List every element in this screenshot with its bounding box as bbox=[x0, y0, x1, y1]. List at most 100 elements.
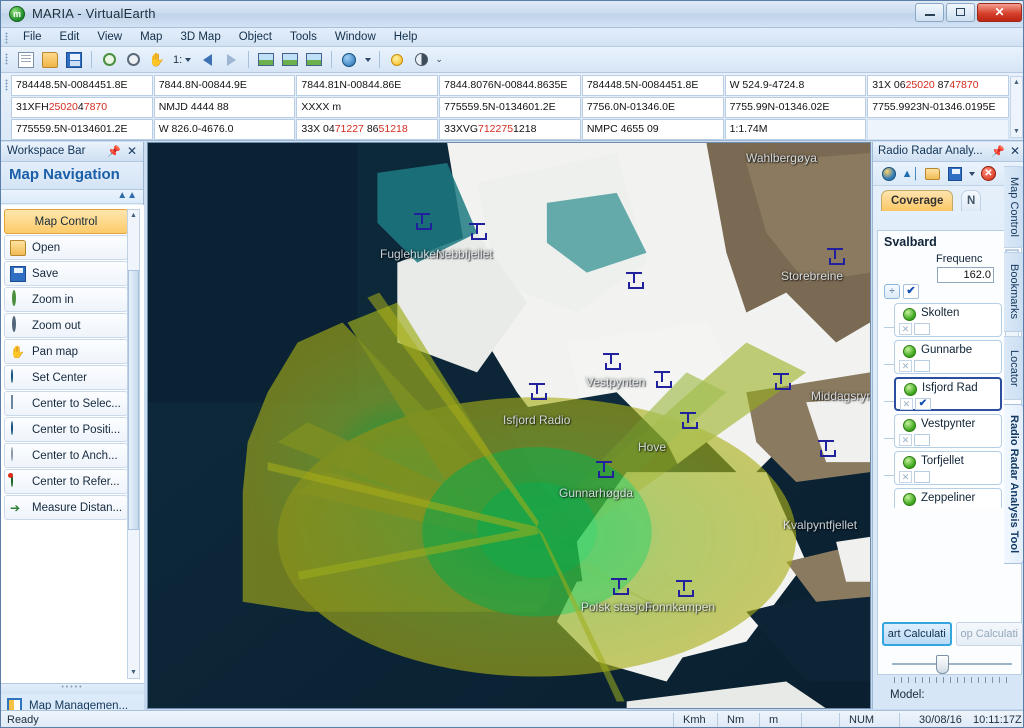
menu-object[interactable]: Object bbox=[230, 28, 281, 45]
coord-cell[interactable]: 7756.0N-01346.0E bbox=[581, 97, 724, 118]
list-item-selected[interactable]: Isfjord Rad ✕ ✔ bbox=[884, 377, 1004, 411]
coord-cell[interactable]: 775559.5N-0134601.2E bbox=[11, 119, 153, 140]
radio-mast-icon[interactable] bbox=[773, 373, 791, 390]
coord-cell[interactable]: 784448.5N-0084451.8E bbox=[11, 75, 153, 96]
contrast-button[interactable] bbox=[410, 49, 432, 70]
save-button[interactable] bbox=[945, 164, 964, 183]
layer-button[interactable] bbox=[255, 49, 277, 70]
scroll-down-icon[interactable]: ▼ bbox=[128, 667, 139, 678]
vtab-locator[interactable]: Locator bbox=[1004, 336, 1023, 400]
list-item[interactable]: Zeppeliner bbox=[884, 488, 1004, 508]
coord-cell[interactable]: 784448.5N-0084451.8E bbox=[581, 75, 724, 96]
vtab-radio-radar-analysis-tool[interactable]: Radio Radar Analysis Tool bbox=[1004, 404, 1023, 564]
menu-3d-map[interactable]: 3D Map bbox=[171, 28, 229, 45]
sidebar-item-center-to-anchor[interactable]: Center to Anch... bbox=[4, 443, 128, 468]
open-file-button[interactable] bbox=[39, 49, 61, 70]
radio-mast-icon[interactable] bbox=[626, 272, 644, 289]
close-icon[interactable]: ✕ bbox=[127, 144, 137, 158]
close-icon[interactable]: ✕ bbox=[1010, 144, 1020, 158]
coord-cell[interactable]: 33X 0471227 8651218 bbox=[296, 119, 439, 140]
coord-cell[interactable]: 7844.8N-00844.9E bbox=[153, 75, 296, 96]
sidebar-item-save[interactable]: Save bbox=[4, 261, 128, 286]
scroll-up-icon[interactable]: ▲ bbox=[1011, 77, 1022, 88]
pan-map-button[interactable]: ✋ bbox=[146, 49, 168, 70]
coordbar-grip[interactable] bbox=[5, 79, 8, 91]
vtab-bookmarks[interactable]: Bookmarks bbox=[1004, 252, 1023, 332]
sidebar-item-zoom-out[interactable]: Zoom out bbox=[4, 313, 128, 338]
close-button[interactable]: ✕ bbox=[977, 3, 1022, 22]
open-button[interactable] bbox=[923, 164, 942, 183]
coverage-globe-button[interactable] bbox=[879, 164, 898, 183]
save-dropdown-button[interactable] bbox=[967, 164, 976, 183]
radio-mast-icon[interactable] bbox=[654, 371, 672, 388]
sidebar-item-center-to-selection[interactable]: Center to Selec... bbox=[4, 391, 128, 416]
import-layer-button[interactable] bbox=[279, 49, 301, 70]
minimize-button[interactable] bbox=[915, 3, 944, 22]
radio-mast-icon[interactable] bbox=[818, 440, 836, 457]
coord-cell[interactable]: 1:1.74M bbox=[724, 119, 867, 140]
coord-cell[interactable]: 7755.9923N-01346.0195E bbox=[867, 97, 1009, 118]
coord-cell[interactable]: 33XVG7122751218 bbox=[439, 119, 581, 140]
site-remove-button[interactable]: ✕ bbox=[899, 471, 912, 483]
pin-icon[interactable]: 📌 bbox=[107, 145, 121, 158]
radio-mast-icon[interactable] bbox=[414, 213, 432, 230]
radio-mast-icon[interactable] bbox=[596, 461, 614, 478]
scroll-down-icon[interactable]: ▼ bbox=[1011, 126, 1022, 137]
menu-window[interactable]: Window bbox=[326, 28, 385, 45]
site-remove-button[interactable]: ✕ bbox=[899, 360, 912, 372]
forward-button[interactable] bbox=[220, 49, 242, 70]
menu-grip[interactable] bbox=[5, 32, 8, 44]
globe-dropdown-button[interactable] bbox=[362, 49, 373, 70]
coord-cell[interactable]: 31X 0625020 8747870 bbox=[867, 75, 1009, 96]
sun-button[interactable] bbox=[386, 49, 408, 70]
coord-cell[interactable]: W 524.9-4724.8 bbox=[724, 75, 867, 96]
export-layer-button[interactable] bbox=[303, 49, 325, 70]
radio-mast-icon[interactable] bbox=[529, 383, 547, 400]
save-file-button[interactable] bbox=[63, 49, 85, 70]
radio-mast-icon[interactable] bbox=[469, 223, 487, 240]
radio-mast-icon[interactable] bbox=[676, 580, 694, 597]
coord-cell[interactable]: 7844.8076N-00844.8635E bbox=[439, 75, 581, 96]
site-checkbox[interactable]: ✔ bbox=[915, 398, 931, 410]
vtab-map-control[interactable]: Map Control bbox=[1004, 166, 1023, 248]
zoom-out-button[interactable] bbox=[122, 49, 144, 70]
sidebar-item-measure-distance[interactable]: ➔ Measure Distan... bbox=[4, 495, 128, 520]
new-document-button[interactable] bbox=[15, 49, 37, 70]
menu-edit[interactable]: Edit bbox=[51, 28, 89, 45]
delete-button[interactable]: ✕ bbox=[979, 164, 998, 183]
chevron-up-icon[interactable]: ▲▲ bbox=[117, 190, 137, 201]
frequency-input[interactable]: 162.0 bbox=[937, 267, 994, 283]
coord-cell[interactable]: W 826.0-4676.0 bbox=[153, 119, 296, 140]
tab-coverage[interactable]: Coverage bbox=[881, 190, 954, 211]
scale-selector[interactable]: 1: bbox=[170, 54, 194, 66]
slider-thumb[interactable] bbox=[936, 655, 949, 674]
list-item[interactable]: Vestpynter ✕ bbox=[884, 414, 1004, 448]
maximize-button[interactable] bbox=[946, 3, 975, 22]
sidebar-item-zoom-in[interactable]: Zoom in bbox=[4, 287, 128, 312]
back-button[interactable] bbox=[196, 49, 218, 70]
coord-cell[interactable]: XXXX m bbox=[296, 97, 439, 118]
sidebar-item-center-to-position[interactable]: Center to Positi... bbox=[4, 417, 128, 442]
menu-help[interactable]: Help bbox=[385, 28, 427, 45]
menu-file[interactable]: File bbox=[14, 28, 51, 45]
coord-cell[interactable]: NMJD 4444 88 bbox=[153, 97, 296, 118]
globe-button[interactable] bbox=[338, 49, 360, 70]
tab-next[interactable]: N bbox=[961, 190, 982, 211]
toolbar-grip[interactable] bbox=[5, 53, 8, 65]
divide-button[interactable]: ÷ bbox=[884, 284, 900, 299]
coord-cell[interactable] bbox=[867, 119, 1009, 140]
site-checkbox[interactable] bbox=[914, 360, 930, 372]
list-item[interactable]: Skolten ✕ bbox=[884, 303, 1004, 337]
scrollbar-thumb[interactable] bbox=[128, 270, 139, 530]
scroll-up-icon[interactable]: ▲ bbox=[128, 210, 139, 221]
map-view[interactable]: Wahlbergøya Fuglehuken Nebbfjellet Store… bbox=[147, 142, 871, 709]
site-remove-button[interactable]: ✕ bbox=[899, 434, 912, 446]
menu-map[interactable]: Map bbox=[131, 28, 171, 45]
workspace-collapse-bar[interactable]: ▲▲ bbox=[1, 190, 143, 204]
radio-mast-icon[interactable] bbox=[827, 248, 845, 265]
sidebar-item-map-control[interactable]: Map Control bbox=[4, 209, 128, 234]
coord-cell[interactable]: 31XFH2502047870 bbox=[11, 97, 153, 118]
pin-icon[interactable]: 📌 bbox=[991, 145, 1005, 158]
sidebar-item-open[interactable]: Open bbox=[4, 235, 128, 260]
toolbar-overflow-button[interactable]: ⌄ bbox=[434, 49, 444, 70]
